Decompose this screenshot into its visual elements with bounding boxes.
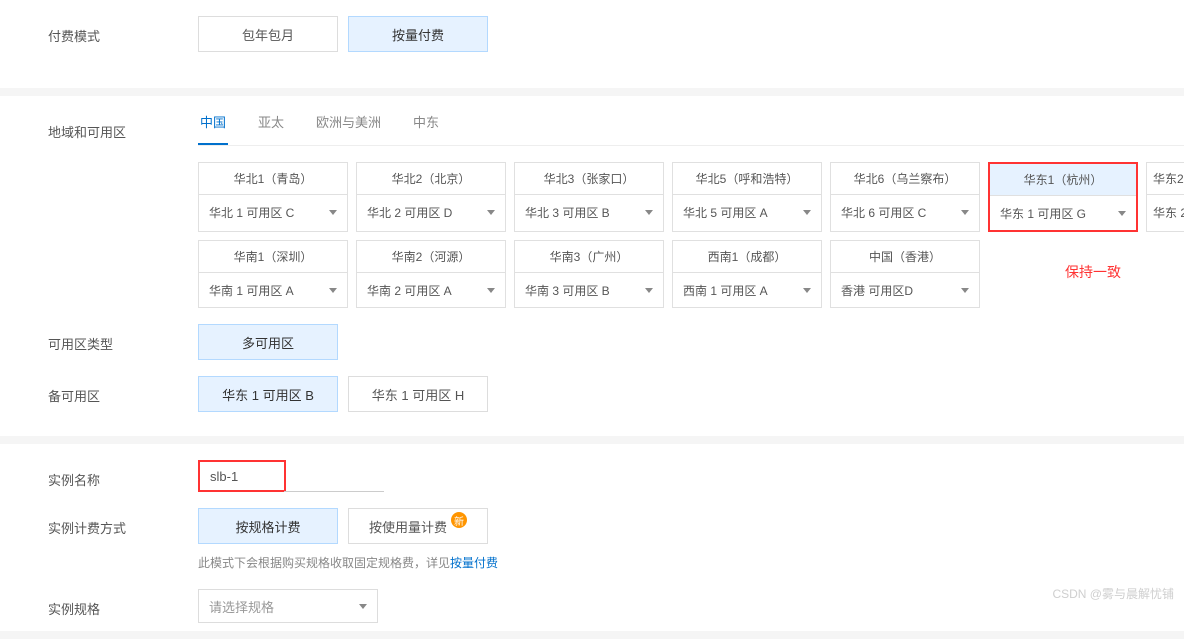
region-header: 华北6（乌兰察布） bbox=[831, 163, 979, 195]
chevron-down-icon bbox=[961, 288, 969, 293]
chevron-down-icon bbox=[961, 210, 969, 215]
billing-hint-link[interactable]: 按量付费 bbox=[450, 556, 498, 570]
chevron-down-icon bbox=[1118, 211, 1126, 216]
billing-by-spec[interactable]: 按规格计费 bbox=[198, 508, 338, 544]
billing-by-usage[interactable]: 按使用量计费 新 bbox=[348, 508, 488, 544]
chevron-down-icon bbox=[803, 288, 811, 293]
region-north5[interactable]: 华北5（呼和浩特） 华北 5 可用区 A bbox=[672, 162, 822, 232]
region-south2[interactable]: 华南2（河源） 华南 2 可用区 A bbox=[356, 240, 506, 308]
chevron-down-icon bbox=[645, 288, 653, 293]
instance-name-label: 实例名称 bbox=[48, 460, 198, 489]
backup-zone-h[interactable]: 华东 1 可用区 H bbox=[348, 376, 488, 412]
region-header: 华南2（河源） bbox=[357, 241, 505, 273]
chevron-down-icon bbox=[803, 210, 811, 215]
zone-select[interactable]: 西南 1 可用区 A bbox=[673, 273, 821, 307]
backup-zone-label: 备可用区 bbox=[48, 376, 198, 405]
new-badge-icon: 新 bbox=[451, 512, 467, 528]
chevron-down-icon bbox=[329, 210, 337, 215]
chevron-down-icon bbox=[359, 604, 367, 609]
zone-select[interactable]: 华北 2 可用区 D bbox=[357, 195, 505, 229]
region-header: 华东2 bbox=[1147, 163, 1184, 195]
billing-option-payg[interactable]: 按量付费 bbox=[348, 16, 488, 52]
region-header: 华北2（北京） bbox=[357, 163, 505, 195]
region-north6[interactable]: 华北6（乌兰察布） 华北 6 可用区 C bbox=[830, 162, 980, 232]
region-north3[interactable]: 华北3（张家口） 华北 3 可用区 B bbox=[514, 162, 664, 232]
instance-name-input[interactable] bbox=[206, 464, 278, 488]
zone-select[interactable]: 华南 3 可用区 B bbox=[515, 273, 663, 307]
watermark: CSDN @雾与晨解忧铺 bbox=[1052, 585, 1174, 602]
region-north1[interactable]: 华北1（青岛） 华北 1 可用区 C bbox=[198, 162, 348, 232]
chevron-down-icon bbox=[487, 288, 495, 293]
chevron-down-icon bbox=[487, 210, 495, 215]
backup-zone-b[interactable]: 华东 1 可用区 B bbox=[198, 376, 338, 412]
zone-select[interactable]: 华南 2 可用区 A bbox=[357, 273, 505, 307]
region-row-1: 华北1（青岛） 华北 1 可用区 C 华北2（北京） 华北 2 可用区 D 华北… bbox=[198, 162, 1184, 232]
region-header: 华南3（广州） bbox=[515, 241, 663, 273]
region-south1[interactable]: 华南1（深圳） 华南 1 可用区 A bbox=[198, 240, 348, 308]
billing-hint: 此模式下会根据购买规格收取固定规格费，详见按量付费 bbox=[198, 554, 1184, 571]
tab-mideast[interactable]: 中东 bbox=[411, 112, 441, 145]
instance-spec-select[interactable]: 请选择规格 bbox=[198, 589, 378, 623]
region-hongkong[interactable]: 中国（香港） 香港 可用区D bbox=[830, 240, 980, 308]
region-header: 华南1（深圳） bbox=[199, 241, 347, 273]
region-header: 华东1（杭州） bbox=[990, 164, 1136, 196]
zone-select[interactable]: 华东 1 可用区 G bbox=[990, 196, 1136, 230]
region-zone-label: 地域和可用区 bbox=[48, 112, 198, 141]
instance-name-underline bbox=[284, 462, 384, 492]
zone-select[interactable]: 华北 5 可用区 A bbox=[673, 195, 821, 229]
region-south3[interactable]: 华南3（广州） 华南 3 可用区 B bbox=[514, 240, 664, 308]
billing-option-subscription[interactable]: 包年包月 bbox=[198, 16, 338, 52]
instance-billing-label: 实例计费方式 bbox=[48, 508, 198, 537]
zone-select[interactable]: 华南 1 可用区 A bbox=[199, 273, 347, 307]
annotation-consistent: 保持一致 bbox=[1018, 262, 1168, 282]
tab-eu-americas[interactable]: 欧洲与美洲 bbox=[314, 112, 383, 145]
tab-asiapac[interactable]: 亚太 bbox=[256, 112, 286, 145]
region-east1[interactable]: 华东1（杭州） 华东 1 可用区 G bbox=[988, 162, 1138, 232]
region-header: 西南1（成都） bbox=[673, 241, 821, 273]
zone-type-multi[interactable]: 多可用区 bbox=[198, 324, 338, 360]
region-header: 中国（香港） bbox=[831, 241, 979, 273]
region-header: 华北1（青岛） bbox=[199, 163, 347, 195]
region-east2-partial[interactable]: 华东2 华东 2 可 bbox=[1146, 162, 1184, 232]
region-north2[interactable]: 华北2（北京） 华北 2 可用区 D bbox=[356, 162, 506, 232]
chevron-down-icon bbox=[329, 288, 337, 293]
instance-spec-label: 实例规格 bbox=[48, 589, 198, 618]
zone-select[interactable]: 华北 3 可用区 B bbox=[515, 195, 663, 229]
billing-mode-label: 付费模式 bbox=[48, 16, 198, 45]
region-tabs: 中国 亚太 欧洲与美洲 中东 bbox=[198, 112, 1184, 146]
chevron-down-icon bbox=[645, 210, 653, 215]
region-row-2: 华南1（深圳） 华南 1 可用区 A 华南2（河源） 华南 2 可用区 A 华南… bbox=[198, 240, 998, 308]
region-header: 华北5（呼和浩特） bbox=[673, 163, 821, 195]
zone-select[interactable]: 华北 1 可用区 C bbox=[199, 195, 347, 229]
region-southwest1[interactable]: 西南1（成都） 西南 1 可用区 A bbox=[672, 240, 822, 308]
zone-select[interactable]: 香港 可用区D bbox=[831, 273, 979, 307]
zone-type-label: 可用区类型 bbox=[48, 324, 198, 353]
region-header: 华北3（张家口） bbox=[515, 163, 663, 195]
zone-select[interactable]: 华北 6 可用区 C bbox=[831, 195, 979, 229]
tab-china[interactable]: 中国 bbox=[198, 112, 228, 145]
zone-select[interactable]: 华东 2 可 bbox=[1147, 195, 1184, 229]
